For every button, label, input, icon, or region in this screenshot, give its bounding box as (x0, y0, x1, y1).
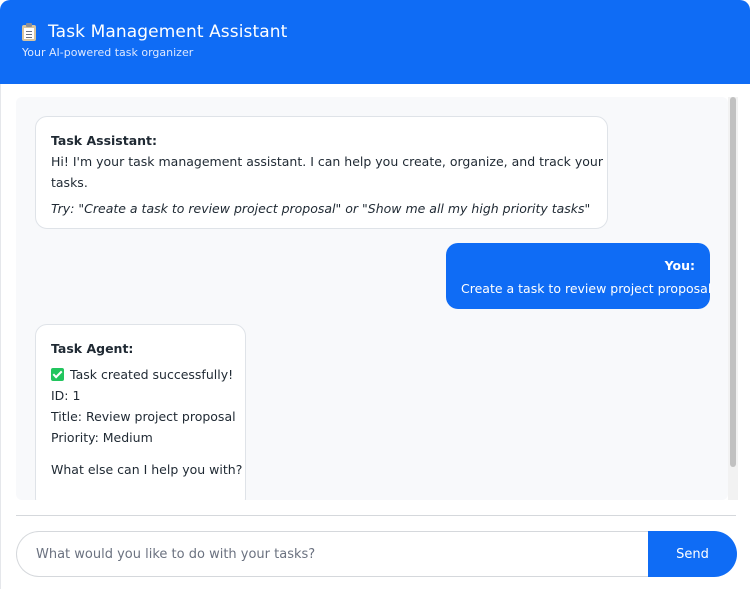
followup-question: What else can I help you with? (51, 462, 243, 477)
clipboard-icon (22, 23, 36, 41)
message-text-line: Hi! I'm your task management assistant. … (51, 154, 603, 169)
task-input[interactable] (16, 531, 649, 577)
page-title: Task Management Assistant (48, 22, 288, 42)
page-subtitle: Your AI-powered task organizer (22, 46, 194, 59)
assistant-welcome-message: Task Assistant: Hi! I'm your task manage… (35, 116, 608, 229)
check-icon (51, 368, 64, 381)
task-status-text: Task created successfully! (70, 367, 234, 382)
task-status-line: Task created successfully! (51, 364, 234, 385)
task-priority: Priority: Medium (51, 430, 153, 445)
message-text: Create a task to review project proposal (461, 281, 712, 296)
composer: Send (16, 531, 737, 577)
window-border (0, 84, 1, 589)
send-button[interactable]: Send (648, 531, 737, 577)
chat-messages-area[interactable]: Task Assistant: Hi! I'm your task manage… (16, 97, 728, 500)
app-header: Task Management Assistant Your AI-powere… (0, 0, 750, 84)
task-title: Title: Review project proposal (51, 409, 236, 424)
message-text-line: tasks. (51, 175, 88, 190)
message-sender: Task Assistant: (51, 133, 158, 148)
chat-scrollbar-thumb[interactable] (730, 97, 736, 467)
message-sender: You: (664, 258, 695, 273)
task-id: ID: 1 (51, 388, 81, 403)
agent-response-message: Task Agent: Task created successfully! I… (35, 324, 246, 500)
user-message: You: Create a task to review project pro… (446, 243, 712, 309)
message-hint: Try: "Create a task to review project pr… (51, 201, 591, 216)
header-title-row: Task Management Assistant (22, 22, 287, 42)
app-window: Task Management Assistant Your AI-powere… (0, 0, 750, 589)
composer-divider (16, 515, 736, 516)
message-sender: Task Agent: (51, 341, 134, 356)
